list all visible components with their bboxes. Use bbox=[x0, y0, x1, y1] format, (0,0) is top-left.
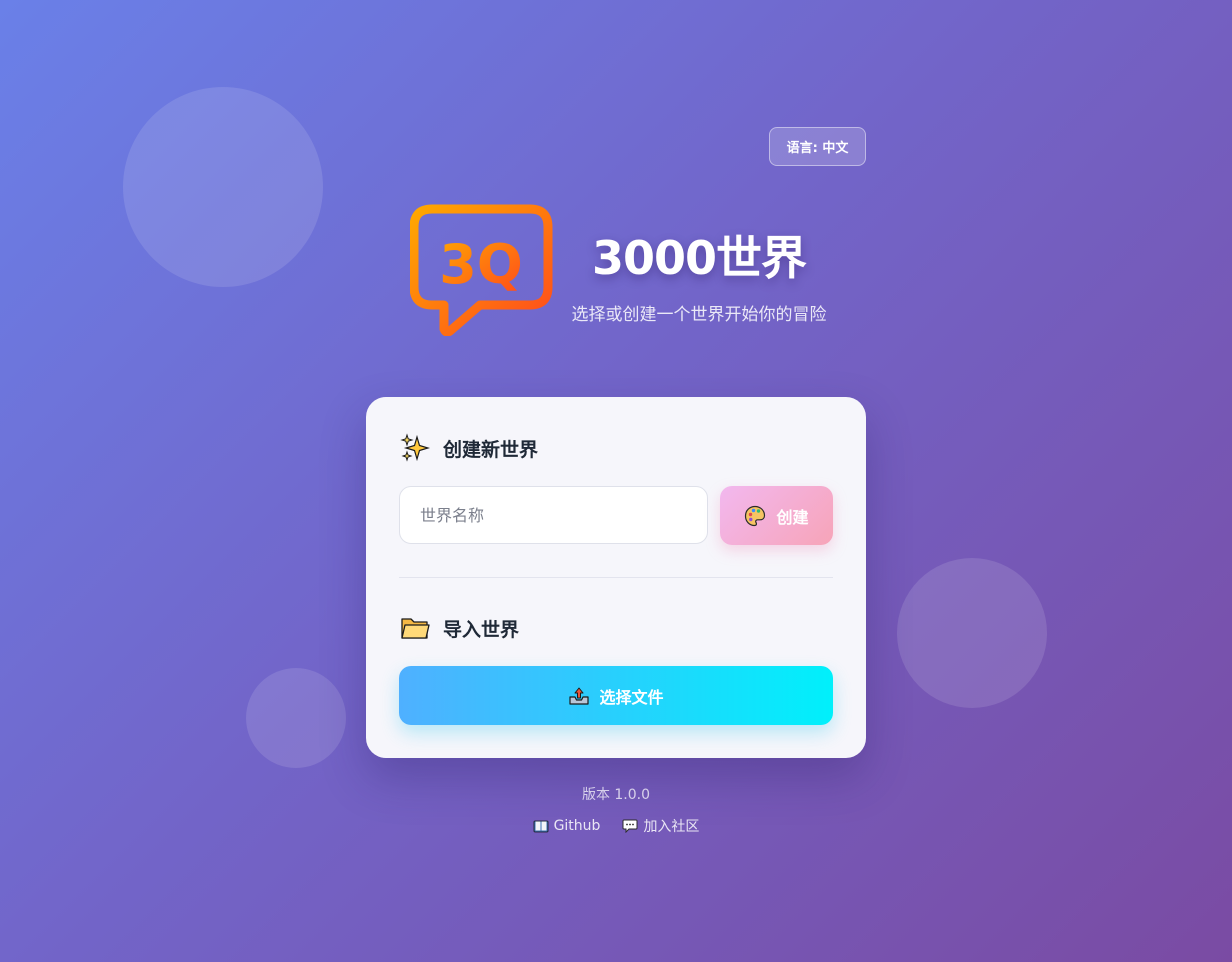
choose-file-button[interactable]: 选择文件 bbox=[399, 666, 833, 725]
sparkles-icon bbox=[399, 433, 431, 463]
create-button[interactable]: 创建 bbox=[720, 486, 833, 545]
app-subtitle: 选择或创建一个世界开始你的冒险 bbox=[571, 305, 827, 325]
github-link-label: Github bbox=[553, 818, 601, 834]
footer-links: Github 加入社区 bbox=[416, 816, 816, 836]
folder-icon bbox=[399, 613, 431, 643]
community-link[interactable]: 加入社区 bbox=[622, 816, 699, 836]
speech-bubble-icon bbox=[622, 819, 638, 833]
palette-icon bbox=[744, 505, 766, 527]
decorative-circle bbox=[246, 668, 346, 768]
decorative-circle bbox=[897, 558, 1047, 708]
decorative-circle bbox=[123, 87, 323, 287]
app-title: 3000世界 bbox=[591, 231, 807, 285]
section-divider bbox=[399, 577, 833, 578]
create-world-heading-text: 创建新世界 bbox=[443, 438, 539, 461]
github-link[interactable]: Github bbox=[533, 816, 601, 836]
book-icon bbox=[533, 819, 549, 833]
create-button-label: 创建 bbox=[776, 509, 809, 527]
world-name-input[interactable] bbox=[399, 486, 708, 544]
upload-tray-icon bbox=[568, 686, 590, 706]
community-link-label: 加入社区 bbox=[643, 819, 700, 835]
language-button-label: 语言: 中文 bbox=[786, 141, 849, 156]
version-text: 版本 1.0.0 bbox=[581, 787, 651, 803]
choose-file-button-label: 选择文件 bbox=[599, 689, 664, 707]
import-world-heading: 导入世界 bbox=[399, 613, 519, 643]
world-card: 创建新世界 创建 导入世界 bbox=[366, 397, 866, 758]
language-button[interactable]: 语言: 中文 bbox=[769, 127, 866, 166]
import-world-heading-text: 导入世界 bbox=[443, 618, 520, 641]
create-world-heading: 创建新世界 bbox=[399, 433, 538, 463]
app-logo: 3Q bbox=[409, 203, 553, 337]
logo-text: 3Q bbox=[439, 233, 522, 296]
